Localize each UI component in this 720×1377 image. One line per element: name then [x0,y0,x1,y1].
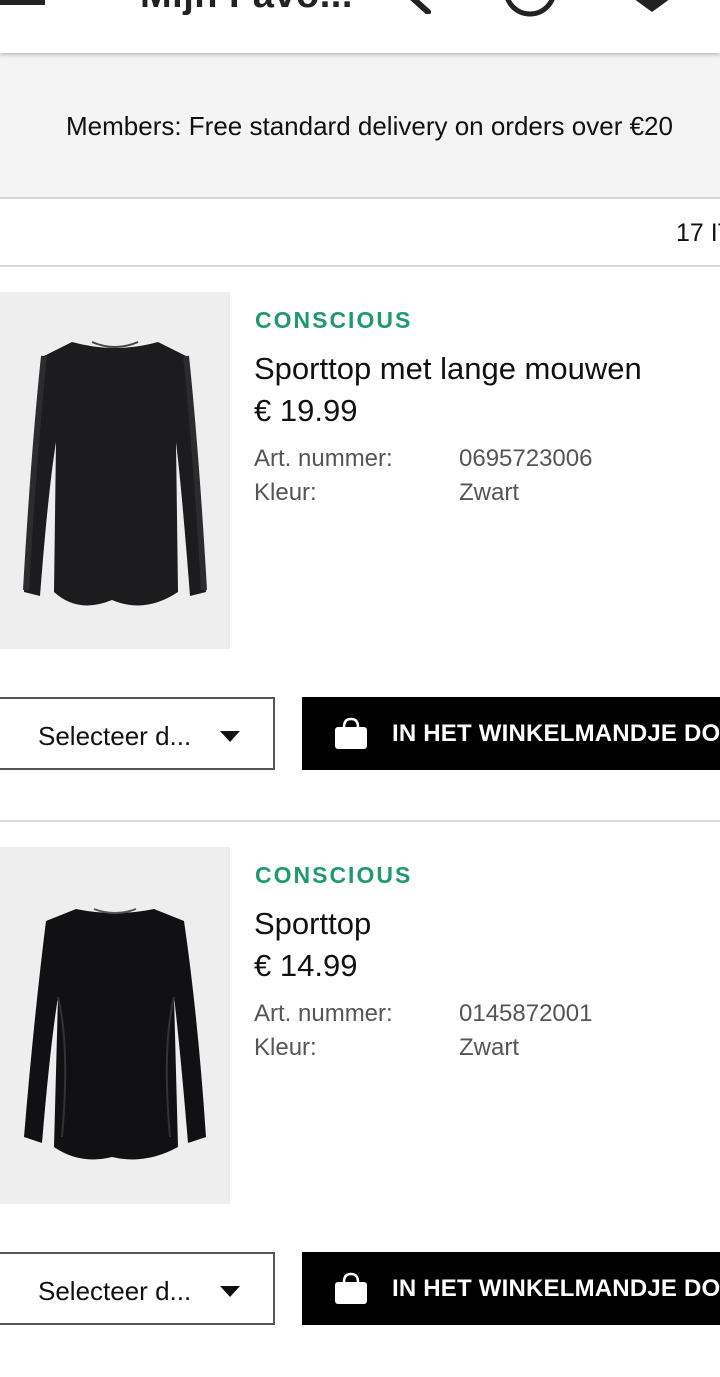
menu-icon[interactable] [0,0,45,8]
product-card: CONSCIOUS Sporttop met lange mouwen € 19… [0,267,720,822]
product-name[interactable]: Sporttop met lange mouwen [254,351,642,387]
chevron-down-icon [220,1286,240,1297]
shopping-bag-icon [335,717,367,749]
add-to-bag-label: IN HET WINKELMANDJE DOEN [392,720,720,747]
sport-top-illustration [0,847,230,1204]
members-banner[interactable]: Members: Free standard delivery on order… [0,53,720,199]
product-image[interactable] [0,847,230,1204]
add-to-bag-button[interactable]: IN HET WINKELMANDJE DOEN [302,697,720,770]
color-value: Zwart [459,479,519,506]
color-label: Kleur: [254,1034,317,1061]
top-app-bar: Mijn Favo... [0,0,720,53]
add-to-bag-label: IN HET WINKELMANDJE DOEN [392,1275,720,1302]
shopping-bag-icon [335,1272,367,1304]
article-number-value: 0695723006 [459,445,593,472]
long-sleeve-top-illustration [0,292,230,649]
heart-icon[interactable] [630,0,674,14]
item-count-bar: 17 ITEMS [0,199,720,267]
account-icon[interactable] [500,0,560,18]
conscious-badge: CONSCIOUS [255,307,413,333]
item-count: 17 ITEMS [676,219,720,247]
article-number-label: Art. nummer: [254,445,393,472]
banner-text: Members: Free standard delivery on order… [66,111,673,141]
search-icon[interactable] [390,0,440,14]
size-select-label: Selecteer d... [38,721,192,751]
size-select-dropdown[interactable]: Selecteer d... [0,1252,275,1325]
conscious-badge: CONSCIOUS [255,862,413,888]
article-number-label: Art. nummer: [254,1000,393,1027]
product-name[interactable]: Sporttop [254,906,371,942]
product-price: € 14.99 [254,948,358,983]
size-select-label: Selecteer d... [38,1276,192,1306]
product-image[interactable] [0,292,230,649]
add-to-bag-button[interactable]: IN HET WINKELMANDJE DOEN [302,1252,720,1325]
product-card: CONSCIOUS Sporttop € 14.99 Art. nummer: … [0,822,720,1377]
color-value: Zwart [459,1034,519,1061]
color-label: Kleur: [254,479,317,506]
chevron-down-icon [220,731,240,742]
article-number-value: 0145872001 [459,1000,593,1027]
size-select-dropdown[interactable]: Selecteer d... [0,697,275,770]
page-title: Mijn Favo... [140,0,353,17]
product-price: € 19.99 [254,393,358,428]
